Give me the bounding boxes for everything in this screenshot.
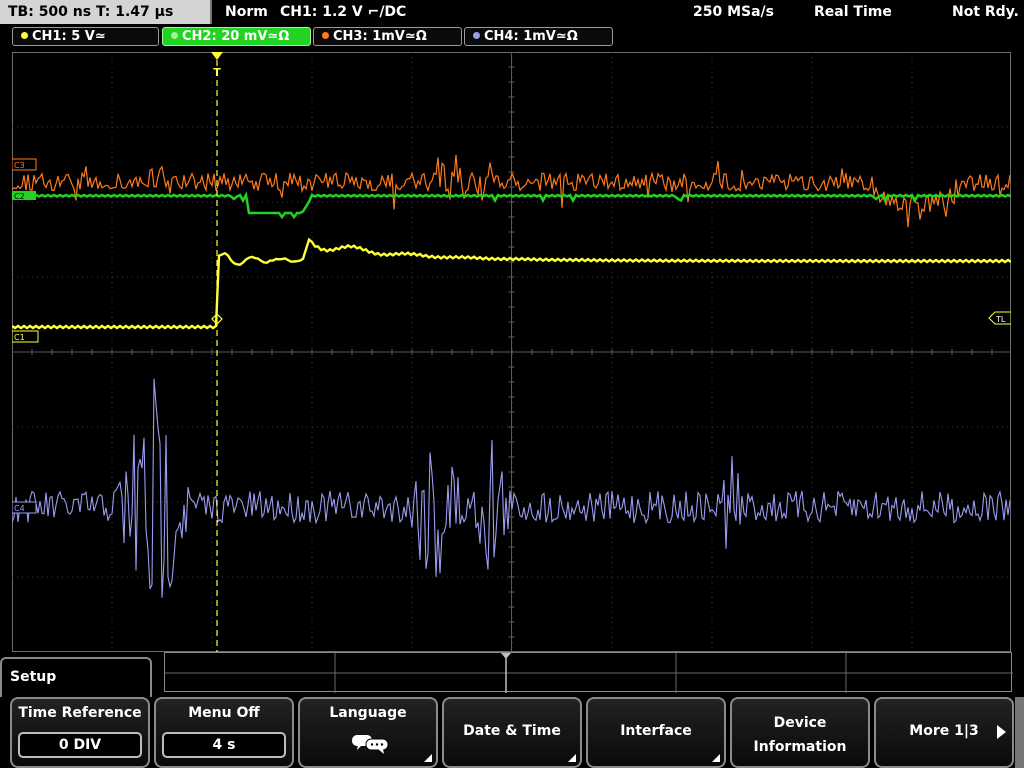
trigger-mode[interactable]: Norm <box>225 0 268 24</box>
tab-ch1[interactable]: CH1: 5 V≃ <box>12 27 159 46</box>
tab-ch3-label: CH3: 1mV≃Ω <box>333 29 427 44</box>
acquisition-state: Not Rdy. <box>952 4 1019 20</box>
softkey-date-time[interactable]: Date & Time <box>442 697 582 768</box>
acquisition-mode: Real Time <box>814 4 892 20</box>
softkey-label: Device Information <box>753 715 847 755</box>
time-reference-value: 0 DIV <box>18 732 142 758</box>
softkey-label: Menu Off <box>188 705 260 721</box>
next-page-arrow-icon <box>997 725 1006 739</box>
ch3-offset-marker[interactable]: C3 <box>12 158 37 171</box>
softkey-label: More 1|3 <box>909 723 979 739</box>
ch4-offset-marker[interactable]: C4 <box>12 501 37 514</box>
trigger-position-marker[interactable]: T <box>211 52 223 79</box>
tab-ch1-label: CH1: 5 V≃ <box>32 29 106 44</box>
speech-bubble-icon <box>352 735 389 754</box>
menu-title: Setup <box>0 657 152 697</box>
softkey-label: Language <box>329 705 407 721</box>
ch1-color-icon <box>21 32 28 39</box>
svg-text:C1: C1 <box>14 333 25 342</box>
ch1-offset-marker[interactable]: C1 <box>12 330 39 343</box>
scroll-edge <box>1015 697 1024 768</box>
softkey-more[interactable]: More 1|3 <box>874 697 1014 768</box>
submenu-indicator-icon <box>424 754 432 762</box>
menu-strip <box>164 652 1013 693</box>
softkey-label: Time Reference <box>18 705 142 721</box>
menu-off-value: 4 s <box>162 732 286 758</box>
svg-text:C2: C2 <box>14 192 25 201</box>
ch3-color-icon <box>322 32 329 39</box>
tab-ch4-label: CH4: 1mV≃Ω <box>484 29 578 44</box>
svg-text:T: T <box>213 66 221 79</box>
softkey-time-reference[interactable]: Time Reference 0 DIV <box>10 697 150 768</box>
tab-ch2[interactable]: CH2: 20 mV≃Ω <box>162 27 311 46</box>
trigger-source[interactable]: CH1: 1.2 V ⌐/DC <box>280 0 406 24</box>
submenu-indicator-icon <box>712 754 720 762</box>
submenu-indicator-icon <box>568 754 576 762</box>
softkey-label: Interface <box>620 723 692 739</box>
softkey-device-information[interactable]: Device Information <box>730 697 870 768</box>
tab-ch3[interactable]: CH3: 1mV≃Ω <box>313 27 462 46</box>
svg-text:C3: C3 <box>14 161 25 170</box>
menu-strip-lines <box>165 653 1013 693</box>
ch2-offset-marker[interactable]: C2 <box>12 191 36 201</box>
softkey-menu-off[interactable]: Menu Off 4 s <box>154 697 294 768</box>
ch4-color-icon <box>473 32 480 39</box>
softkey-language[interactable]: Language <box>298 697 438 768</box>
svg-text:TL: TL <box>995 315 1006 324</box>
tab-ch4[interactable]: CH4: 1mV≃Ω <box>464 27 613 46</box>
svg-text:C4: C4 <box>14 504 25 513</box>
softkey-interface[interactable]: Interface <box>586 697 726 768</box>
ch2-color-icon <box>171 32 178 39</box>
sample-rate: 250 MSa/s <box>693 4 775 20</box>
timebase-readout[interactable]: TB: 500 ns T: 1.47 µs <box>0 0 212 24</box>
softkey-label: Date & Time <box>463 723 561 739</box>
trigger-level-marker[interactable]: TL <box>988 311 1011 325</box>
tab-ch2-label: CH2: 20 mV≃Ω <box>182 29 290 44</box>
waveform-canvas: T C3 C2 C1 C4 TL <box>12 52 1011 652</box>
